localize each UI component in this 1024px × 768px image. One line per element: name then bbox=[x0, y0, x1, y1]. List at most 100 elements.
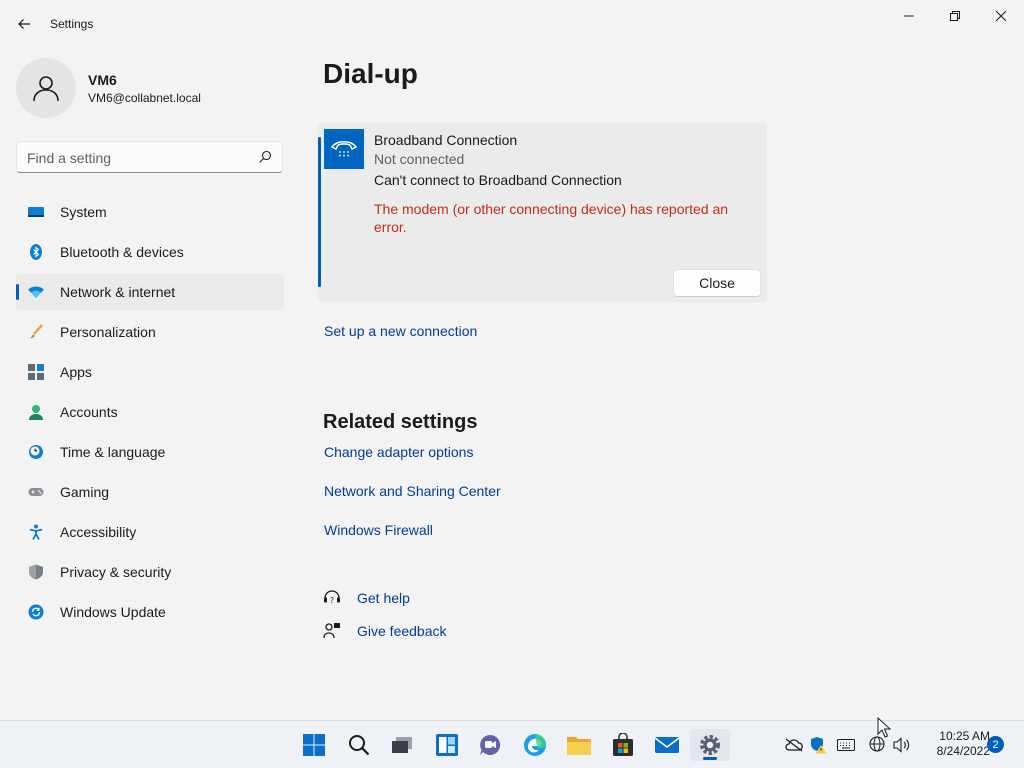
file-explorer-button[interactable] bbox=[559, 729, 599, 761]
close-window-button[interactable] bbox=[978, 0, 1024, 32]
widgets-icon bbox=[436, 734, 458, 756]
connection-status: Not connected bbox=[374, 151, 465, 167]
back-arrow-icon bbox=[18, 19, 30, 29]
sidebar-item-label: Time & language bbox=[60, 444, 166, 460]
give-feedback-link[interactable]: Give feedback bbox=[323, 622, 447, 640]
sidebar-item-accessibility[interactable]: Accessibility bbox=[16, 514, 284, 550]
connection-error-message: The modem (or other connecting device) h… bbox=[374, 201, 729, 235]
maximize-button[interactable] bbox=[932, 0, 978, 32]
sidebar-item-system[interactable]: System bbox=[16, 194, 284, 230]
shield-warning-icon bbox=[811, 737, 827, 754]
system-icon bbox=[28, 204, 44, 220]
network-icon bbox=[28, 284, 44, 300]
bluetooth-icon bbox=[28, 244, 44, 260]
store-bag-icon bbox=[613, 733, 633, 756]
connection-name: Broadband Connection bbox=[374, 132, 518, 148]
gamepad-icon bbox=[28, 484, 44, 500]
close-icon bbox=[996, 11, 1006, 21]
setup-new-connection-link[interactable]: Set up a new connection bbox=[324, 323, 477, 339]
edge-browser-icon bbox=[524, 734, 546, 756]
back-button[interactable] bbox=[12, 12, 36, 36]
keyboard-icon bbox=[837, 739, 855, 751]
sidebar-item-time-language[interactable]: Time & language bbox=[16, 434, 284, 470]
search-box[interactable] bbox=[16, 141, 283, 173]
accounts-icon bbox=[28, 404, 44, 420]
minimize-icon bbox=[904, 15, 914, 17]
start-button[interactable] bbox=[294, 729, 334, 761]
selection-indicator bbox=[318, 137, 321, 287]
sidebar-item-label: Apps bbox=[60, 364, 92, 380]
sidebar-item-label: Gaming bbox=[60, 484, 110, 500]
sidebar-item-windows-update[interactable]: Windows Update bbox=[16, 594, 284, 630]
sidebar-item-privacy[interactable]: Privacy & security bbox=[16, 554, 284, 590]
task-view-icon bbox=[392, 737, 412, 753]
settings-taskbar-button[interactable] bbox=[690, 729, 730, 761]
keyboard-tray-button[interactable] bbox=[836, 735, 856, 755]
accessibility-icon bbox=[28, 524, 44, 540]
sidebar-item-gaming[interactable]: Gaming bbox=[16, 474, 284, 510]
page-title: Dial-up bbox=[323, 58, 418, 89]
edge-button[interactable] bbox=[515, 729, 555, 761]
connection-error-title: Can't connect to Broadband Connection bbox=[374, 172, 622, 188]
help-icon: ? bbox=[323, 589, 341, 607]
cloud-offline-icon bbox=[785, 738, 803, 752]
sidebar-item-accounts[interactable]: Accounts bbox=[16, 394, 284, 430]
restore-icon bbox=[950, 11, 960, 21]
windows-firewall-link[interactable]: Windows Firewall bbox=[324, 522, 433, 538]
taskbar: 10:25 AM 8/24/2022 2 bbox=[0, 720, 1024, 768]
active-app-indicator bbox=[703, 757, 717, 760]
brush-icon bbox=[28, 324, 44, 340]
apps-icon bbox=[28, 364, 44, 380]
sidebar-item-label: Network & internet bbox=[60, 284, 176, 300]
get-help-link[interactable]: ? Get help bbox=[323, 589, 410, 607]
mouse-cursor-icon bbox=[877, 717, 891, 738]
clock-date: 8/24/2022 bbox=[936, 744, 990, 758]
sidebar-item-bluetooth[interactable]: Bluetooth & devices bbox=[16, 234, 284, 270]
volume-tray-button[interactable] bbox=[892, 735, 912, 755]
gear-icon bbox=[700, 735, 720, 755]
sidebar-item-label: Bluetooth & devices bbox=[60, 244, 184, 260]
svg-text:?: ? bbox=[330, 596, 334, 605]
search-icon bbox=[349, 735, 370, 756]
sidebar-item-personalization[interactable]: Personalization bbox=[16, 314, 284, 350]
user-email: VM6@collabnet.local bbox=[88, 91, 201, 105]
close-button[interactable]: Close bbox=[673, 269, 761, 297]
user-icon bbox=[33, 76, 59, 102]
clock-time: 10:25 AM bbox=[939, 729, 990, 743]
windows-logo-icon bbox=[303, 734, 325, 756]
title-bar: Settings bbox=[0, 0, 1024, 48]
sidebar-nav: System Bluetooth & devices Network & int… bbox=[16, 194, 284, 634]
clock-globe-icon bbox=[28, 444, 44, 460]
feedback-icon bbox=[323, 622, 341, 640]
avatar[interactable] bbox=[16, 58, 76, 118]
sidebar-item-label: Privacy & security bbox=[60, 564, 172, 580]
search-input[interactable] bbox=[27, 148, 252, 168]
minimize-button[interactable] bbox=[886, 0, 932, 32]
get-help-label: Get help bbox=[357, 590, 410, 606]
sidebar-item-label: Windows Update bbox=[60, 604, 166, 620]
taskbar-search-button[interactable] bbox=[339, 729, 379, 761]
folder-icon bbox=[567, 737, 591, 755]
notification-badge[interactable]: 2 bbox=[987, 736, 1004, 753]
speaker-icon bbox=[893, 737, 910, 753]
clock[interactable]: 10:25 AM 8/24/2022 bbox=[918, 729, 990, 759]
security-tray-button[interactable] bbox=[808, 735, 828, 755]
connection-card: Broadband Connection Not connected Can't… bbox=[318, 123, 767, 302]
widgets-button[interactable] bbox=[427, 729, 467, 761]
onedrive-tray-button[interactable] bbox=[784, 735, 804, 755]
store-button[interactable] bbox=[603, 729, 643, 761]
shield-icon bbox=[28, 564, 44, 580]
mail-button[interactable] bbox=[647, 729, 687, 761]
give-feedback-label: Give feedback bbox=[357, 623, 447, 639]
dialup-phone-icon bbox=[324, 129, 364, 169]
user-name: VM6 bbox=[88, 72, 117, 88]
search-icon[interactable] bbox=[258, 150, 272, 164]
mail-icon bbox=[655, 737, 679, 753]
change-adapter-options-link[interactable]: Change adapter options bbox=[324, 444, 473, 460]
sidebar-item-apps[interactable]: Apps bbox=[16, 354, 284, 390]
sidebar-item-network[interactable]: Network & internet bbox=[16, 274, 284, 310]
network-sharing-center-link[interactable]: Network and Sharing Center bbox=[324, 483, 501, 499]
chat-button[interactable] bbox=[470, 729, 510, 761]
teams-chat-icon bbox=[480, 734, 501, 755]
task-view-button[interactable] bbox=[382, 729, 422, 761]
